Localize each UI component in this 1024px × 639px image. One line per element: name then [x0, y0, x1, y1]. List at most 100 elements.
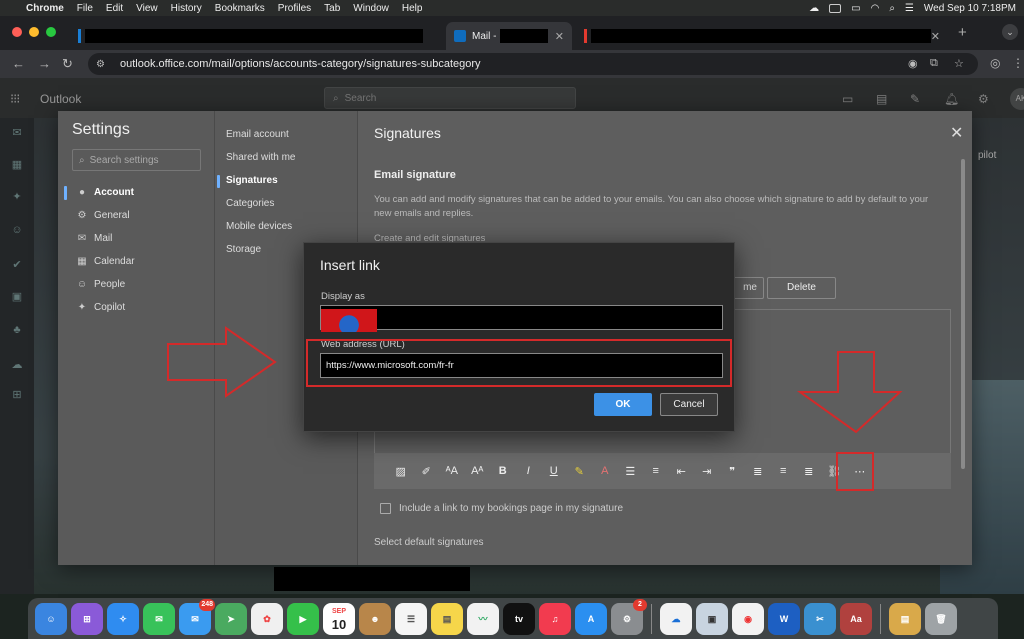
- photos-icon[interactable]: ✿: [251, 602, 283, 635]
- tab-search-icon[interactable]: ⌄: [1002, 24, 1018, 40]
- numbering-icon[interactable]: ≡: [643, 465, 669, 477]
- eye-icon[interactable]: ◉: [908, 57, 918, 70]
- subcategory-storage[interactable]: Storage: [226, 244, 261, 255]
- browser-tab-3[interactable]: ✕: [576, 22, 948, 50]
- category-account[interactable]: ● Account: [76, 187, 134, 198]
- settings-search-input[interactable]: ⌕ Search settings: [72, 149, 201, 171]
- install-app-icon[interactable]: ⧉: [930, 57, 938, 70]
- onedrive-icon[interactable]: ☁: [660, 602, 692, 635]
- preview-icon[interactable]: ▣: [696, 602, 728, 635]
- menu-edit[interactable]: Edit: [106, 3, 123, 14]
- reload-icon[interactable]: ↻: [62, 56, 73, 72]
- browser-tab-mail[interactable]: Mail - ✕: [446, 22, 572, 50]
- address-bar[interactable]: ⚙ outlook.office.com/mail/options/accoun…: [88, 53, 978, 75]
- format-painter-icon[interactable]: ✐: [414, 465, 440, 478]
- menu-bookmarks[interactable]: Bookmarks: [215, 3, 265, 14]
- close-icon[interactable]: ✕: [950, 123, 963, 143]
- rename-button[interactable]: me: [730, 277, 764, 299]
- category-mail[interactable]: ✉ Mail: [76, 233, 113, 244]
- calendar-icon[interactable]: SEP 10: [323, 602, 355, 635]
- subcategory-signatures[interactable]: Signatures: [226, 175, 278, 186]
- ok-button[interactable]: OK: [594, 393, 652, 416]
- menu-help[interactable]: Help: [402, 3, 423, 14]
- zoom-window-icon[interactable]: [46, 27, 56, 37]
- mail-icon[interactable]: ✉ 248: [179, 598, 215, 635]
- bookings-option[interactable]: Include a link to my bookings page in my…: [380, 503, 623, 514]
- align-left-icon[interactable]: ≣: [745, 465, 771, 478]
- music-icon[interactable]: ♫: [539, 602, 571, 635]
- notes-icon[interactable]: ▤: [431, 602, 463, 635]
- tab-close-icon[interactable]: ✕: [931, 30, 940, 43]
- menu-profiles[interactable]: Profiles: [278, 3, 311, 14]
- tools-icon[interactable]: ✂: [804, 602, 836, 635]
- panel-scrollbar[interactable]: [961, 159, 965, 469]
- bullets-icon[interactable]: ☰: [618, 465, 644, 478]
- cloud-icon[interactable]: ☁: [809, 3, 819, 14]
- menu-window[interactable]: Window: [353, 3, 389, 14]
- insert-image-icon[interactable]: ▨: [388, 465, 414, 478]
- reminders-icon[interactable]: ☰: [395, 602, 427, 635]
- align-right-icon[interactable]: ≣: [796, 465, 822, 478]
- wifi-icon[interactable]: ◠: [871, 3, 880, 14]
- word-icon[interactable]: W: [768, 602, 800, 635]
- minimize-window-icon[interactable]: [29, 27, 39, 37]
- italic-icon[interactable]: I: [516, 465, 542, 477]
- menu-app-name[interactable]: Chrome: [26, 3, 64, 14]
- menu-view[interactable]: View: [136, 3, 158, 14]
- back-icon[interactable]: ←: [12, 56, 25, 71]
- display-as-field[interactable]: [320, 305, 723, 330]
- tab-close-icon[interactable]: ✕: [555, 30, 564, 43]
- clock-datetime[interactable]: Wed Sep 10 7:18PM: [924, 3, 1016, 14]
- app-store-icon[interactable]: A: [575, 602, 607, 635]
- bookmark-star-icon[interactable]: ☆: [954, 57, 964, 70]
- highlight-icon[interactable]: ✎: [567, 465, 593, 478]
- downloads-folder-icon[interactable]: ▤: [889, 602, 921, 635]
- browser-tab-1[interactable]: [70, 22, 442, 50]
- font-color-icon[interactable]: A: [592, 465, 618, 477]
- bold-icon[interactable]: B: [490, 465, 516, 477]
- category-people[interactable]: ☺ People: [76, 279, 125, 290]
- contacts-icon[interactable]: ☻: [359, 602, 391, 635]
- delete-button[interactable]: Delete: [767, 277, 836, 299]
- safari-icon[interactable]: ✧: [107, 602, 139, 635]
- align-center-icon[interactable]: ≡: [771, 465, 797, 477]
- url-text[interactable]: outlook.office.com/mail/options/accounts…: [120, 58, 481, 70]
- menu-history[interactable]: History: [171, 3, 202, 14]
- copilot-button-fragment[interactable]: pilot: [978, 150, 996, 161]
- spotlight-search-icon[interactable]: ⌕: [889, 3, 895, 14]
- decrease-indent-icon[interactable]: ⇤: [669, 465, 695, 478]
- battery-icon[interactable]: ▭: [851, 3, 860, 14]
- system-settings-icon[interactable]: ⚙ 2: [611, 598, 647, 635]
- maps-icon[interactable]: ➤: [215, 602, 247, 635]
- forward-icon[interactable]: →: [38, 56, 51, 71]
- launchpad-icon[interactable]: ⊞: [71, 602, 103, 635]
- category-calendar[interactable]: ▦ Calendar: [76, 256, 134, 267]
- menu-tab[interactable]: Tab: [324, 3, 340, 14]
- increase-indent-icon[interactable]: ⇥: [694, 465, 720, 478]
- control-center-icon[interactable]: ☰: [905, 3, 914, 14]
- chrome-menu-icon[interactable]: ⋮: [1012, 56, 1024, 70]
- messages-icon[interactable]: ✉: [143, 602, 175, 635]
- category-general[interactable]: ⚙ General: [76, 210, 130, 221]
- subcategory-shared-with-me[interactable]: Shared with me: [226, 152, 295, 163]
- finder-icon[interactable]: ☺: [35, 602, 67, 635]
- underline-icon[interactable]: U: [541, 465, 567, 477]
- subcategory-mobile-devices[interactable]: Mobile devices: [226, 221, 292, 232]
- site-info-icon[interactable]: ⚙: [96, 59, 110, 70]
- quote-icon[interactable]: ❞: [720, 465, 746, 478]
- keyboard-input-icon[interactable]: [829, 3, 842, 13]
- close-window-icon[interactable]: [12, 27, 22, 37]
- subcategory-email-account[interactable]: Email account: [226, 129, 289, 140]
- font-size-decrease-icon[interactable]: ᴬA: [439, 465, 465, 477]
- font-size-increase-icon[interactable]: Aᴬ: [465, 465, 491, 477]
- freeform-icon[interactable]: 〰: [467, 602, 499, 635]
- dictionary-icon[interactable]: Aa: [840, 602, 872, 635]
- bookings-checkbox[interactable]: [380, 503, 391, 514]
- cancel-button[interactable]: Cancel: [660, 393, 718, 416]
- subcategory-categories[interactable]: Categories: [226, 198, 274, 209]
- chrome-icon[interactable]: ◉: [732, 602, 764, 635]
- trash-icon[interactable]: 🗑︎: [925, 602, 957, 635]
- apple-tv-icon[interactable]: tv: [503, 602, 535, 635]
- category-copilot[interactable]: ✦ Copilot: [76, 302, 125, 313]
- facetime-icon[interactable]: ▶: [287, 602, 319, 635]
